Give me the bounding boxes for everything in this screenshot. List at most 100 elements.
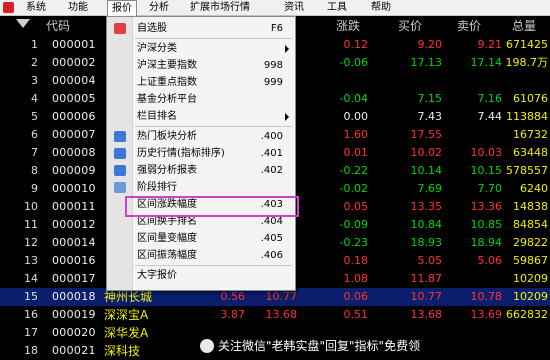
cell-change: 0.06 [343, 290, 369, 303]
cell-change: -0.06 [339, 56, 368, 69]
cell-bid: 9.20 [417, 38, 443, 51]
cell-bid: 17.13 [410, 56, 443, 69]
menu-item-6[interactable]: 热门板块分析 .400 [107, 128, 295, 145]
table-row[interactable]: 16 000019 深深宝A 3.87 13.68 0.51 13.68 13.69 66283… [0, 306, 550, 324]
header-code[interactable]: 代码 [46, 17, 70, 35]
menu-quotes[interactable]: 报价 [107, 0, 137, 17]
cell-volume: 198.7万 [505, 56, 549, 69]
cell-idx: 11 [24, 218, 38, 231]
cell-bid: 18.93 [410, 236, 443, 249]
menu-item-9[interactable]: 阶段排行 [107, 179, 295, 196]
menu-help[interactable]: 帮助 [367, 0, 395, 16]
cell-volume: 662832 [506, 308, 548, 321]
app-logo-icon [3, 2, 14, 13]
cell-bid: 7.15 [417, 92, 443, 105]
cell-bid [378, 72, 442, 90]
menu-item-shortcut: .401 [260, 148, 283, 159]
cell-idx: 10 [24, 200, 38, 213]
menu-item-2[interactable]: 沪深主要指数 998 [107, 57, 295, 74]
cell-ask [440, 270, 502, 288]
cell-ask: 5.06 [477, 254, 503, 267]
cell-name: 深科技 [104, 344, 141, 358]
cell-ask: 10.03 [470, 146, 503, 159]
menu-item-4[interactable]: 基金分析平台 [107, 91, 295, 108]
menu-item-label: 沪深分类 [137, 43, 177, 54]
cell-idx: 1 [31, 38, 38, 51]
sort-arrow-icon[interactable] [16, 19, 30, 28]
cell-code: 000017 [52, 272, 96, 285]
menu-separator [135, 126, 293, 127]
hot-sector-icon [114, 131, 126, 142]
menu-extended-market[interactable]: 扩展市场行情 [186, 0, 254, 16]
menu-item-label: 阶段排行 [137, 182, 177, 193]
cell-code: 000016 [52, 254, 96, 267]
menu-item-0[interactable]: 自选股 F6 [107, 20, 295, 37]
menu-function[interactable]: 功能 [64, 0, 92, 16]
menu-item-label: 基金分析平台 [137, 94, 197, 105]
menu-item-label: 自选股 [137, 23, 167, 34]
menu-item-1[interactable]: 沪深分类 [107, 40, 295, 57]
cell-code: 000010 [52, 182, 96, 195]
highlight-box [125, 196, 299, 217]
cell-volume: 29822 [513, 236, 548, 249]
menu-tools[interactable]: 工具 [323, 0, 351, 16]
self-select-icon [114, 23, 126, 34]
cell-volume: 10209 [513, 290, 548, 303]
header-change[interactable]: 涨跌 [336, 17, 360, 35]
menu-item-13[interactable]: 区间振荡幅度 .406 [107, 247, 295, 264]
header-volume[interactable]: 总量 [512, 17, 536, 35]
cell-bid: 10.14 [410, 164, 443, 177]
cell-change: 0.51 [343, 308, 369, 321]
menu-item-8[interactable]: 强弱分析报表 .402 [107, 162, 295, 179]
cell-name: 深华发A [104, 326, 149, 340]
cell-ask: 9.21 [477, 38, 503, 51]
menu-system[interactable]: 系统 [22, 0, 50, 16]
cell-idx: 14 [24, 272, 38, 285]
cell-change: -0.04 [339, 92, 368, 105]
cell-bid: 13.35 [410, 200, 443, 213]
cell-volume: 63448 [513, 146, 548, 159]
cell-ask: 17.14 [470, 56, 503, 69]
menu-item-12[interactable]: 区间量变幅度 .405 [107, 230, 295, 247]
cell-ask: 10.78 [470, 290, 503, 303]
cell-change: -0.09 [339, 218, 368, 231]
cell-ask: 7.44 [477, 110, 503, 123]
menu-news[interactable]: 资讯 [280, 0, 308, 16]
cell-ask [440, 342, 502, 360]
submenu-arrow-icon [285, 45, 289, 53]
cell-change: -0.22 [339, 164, 368, 177]
cell-volume: 84854 [513, 218, 548, 231]
cell-change [320, 72, 368, 90]
cell-idx: 15 [24, 290, 38, 303]
cell-idx: 8 [31, 164, 38, 177]
cell-ask: 7.16 [477, 92, 503, 105]
cell-ask: 13.36 [470, 200, 503, 213]
cell-bid: 7.69 [417, 182, 443, 195]
menu-item-14[interactable]: 大字报价 [107, 267, 295, 284]
cell-bid: 10.02 [410, 146, 443, 159]
cell-code: 000006 [52, 110, 96, 123]
cell-bid: 10.77 [410, 290, 443, 303]
cell-idx: 18 [24, 344, 38, 357]
cell-code: 000004 [52, 74, 96, 87]
menu-item-label: 热门板块分析 [137, 131, 197, 142]
menu-analysis[interactable]: 分析 [145, 0, 173, 16]
cell-change: 0.01 [343, 146, 369, 159]
app-window: { "menubar": { "items": ["系统","功能","报价",… [0, 0, 550, 360]
menu-item-5[interactable]: 栏目排名 [107, 108, 295, 125]
menu-item-label: 大字报价 [137, 270, 177, 281]
menu-item-7[interactable]: 历史行情(指标排序) .401 [107, 145, 295, 162]
submenu-arrow-icon [285, 113, 289, 121]
header-ask[interactable]: 卖价 [457, 17, 481, 35]
cell-bid: 11.87 [410, 272, 443, 285]
menu-item-3[interactable]: 上证重点指数 999 [107, 74, 295, 91]
header-bid[interactable]: 买价 [398, 17, 422, 35]
cell-change: 0.05 [343, 200, 369, 213]
cell-code: 000020 [52, 326, 96, 339]
cell-bid: 10.84 [410, 218, 443, 231]
cell-ask [440, 72, 502, 90]
cell-bid: 5.05 [417, 254, 443, 267]
cell-change: 0.18 [343, 254, 369, 267]
strength-report-icon [114, 165, 126, 176]
cell-idx: 5 [31, 110, 38, 123]
